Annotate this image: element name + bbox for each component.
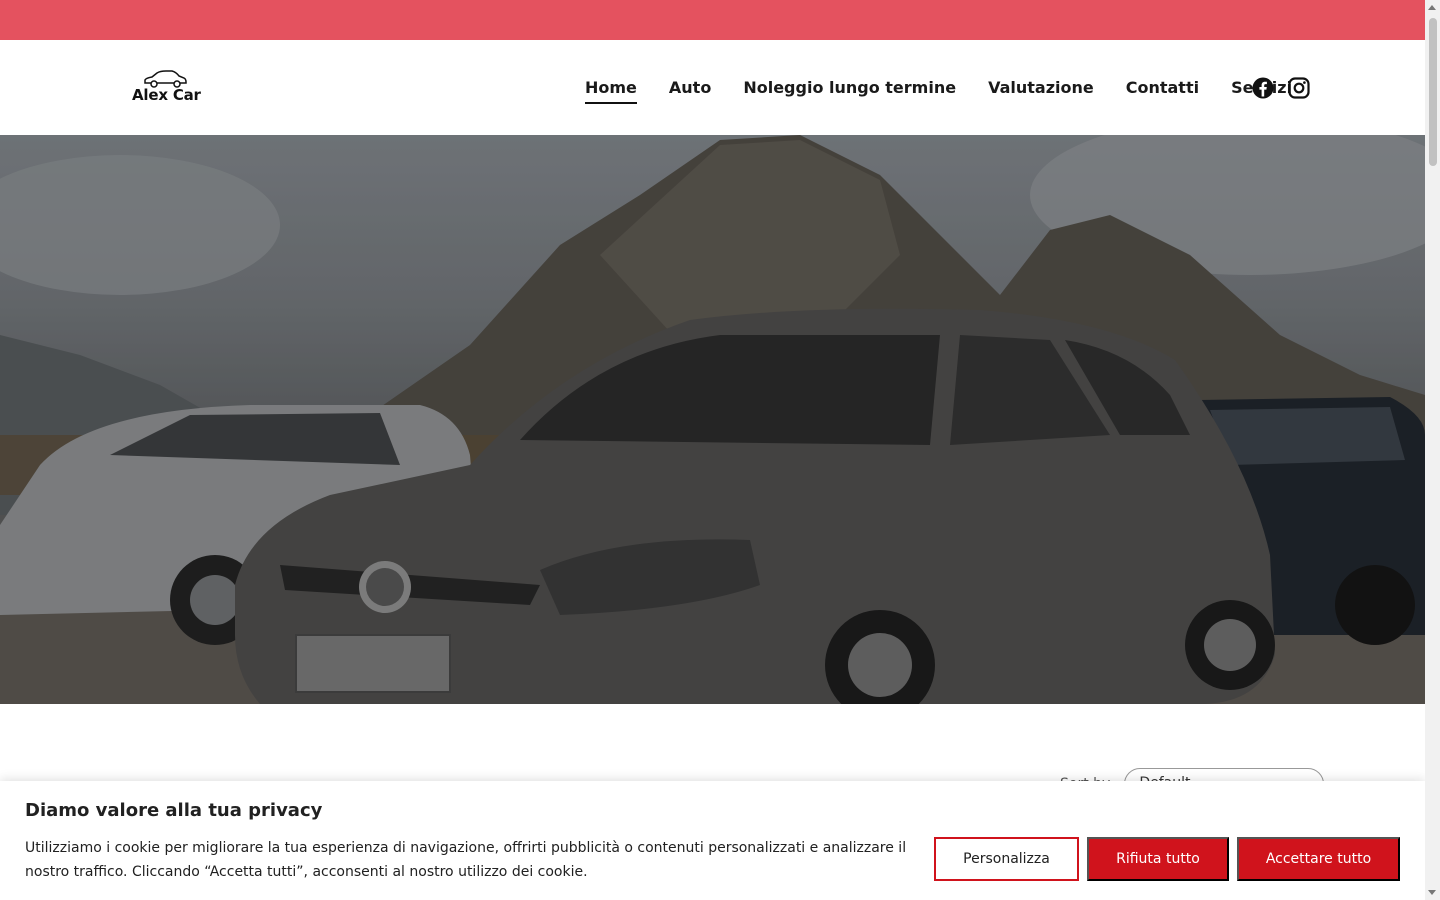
nav-item-contatti[interactable]: Contatti bbox=[1126, 78, 1199, 98]
site-logo[interactable]: Alex Car bbox=[132, 70, 202, 106]
hero-banner bbox=[0, 135, 1425, 704]
cookie-banner: Diamo valore alla tua privacy Utilizziam… bbox=[0, 781, 1425, 900]
site-header: Alex Car Home Auto Noleggio lungo termin… bbox=[0, 40, 1425, 135]
social-links bbox=[1251, 76, 1311, 100]
top-accent-bar bbox=[0, 0, 1425, 40]
nav-item-valutazione[interactable]: Valutazione bbox=[988, 78, 1094, 98]
reject-all-button[interactable]: Rifiuta tutto bbox=[1087, 837, 1229, 881]
logo-text: Alex Car bbox=[132, 86, 201, 104]
scroll-down-arrow-icon[interactable] bbox=[1428, 890, 1436, 895]
facebook-icon[interactable] bbox=[1251, 76, 1275, 100]
customize-button[interactable]: Personalizza bbox=[934, 837, 1079, 881]
instagram-icon[interactable] bbox=[1287, 76, 1311, 100]
accept-all-button[interactable]: Accettare tutto bbox=[1237, 837, 1400, 881]
nav-item-noleggio[interactable]: Noleggio lungo termine bbox=[743, 78, 956, 98]
nav-item-auto[interactable]: Auto bbox=[669, 78, 711, 98]
hero-cars-image bbox=[0, 135, 1425, 704]
cookie-text: Utilizziamo i cookie per migliorare la t… bbox=[25, 840, 907, 880]
page-scrollbar[interactable] bbox=[1425, 0, 1440, 900]
main-nav: Home Auto Noleggio lungo termine Valutaz… bbox=[585, 78, 1324, 104]
scroll-thumb[interactable] bbox=[1429, 18, 1437, 166]
nav-item-home[interactable]: Home bbox=[585, 78, 637, 104]
cookie-title: Diamo valore alla tua privacy bbox=[25, 800, 323, 821]
scroll-up-arrow-icon[interactable] bbox=[1428, 5, 1436, 10]
